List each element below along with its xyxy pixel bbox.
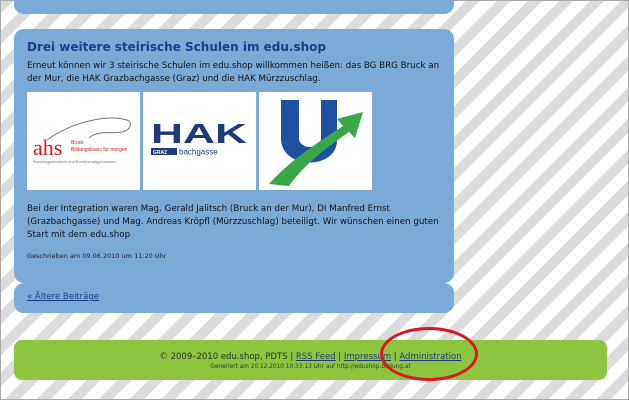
post-title: Drei weitere steirische Schulen im edu.s… bbox=[27, 40, 326, 54]
administration-highlight-circle bbox=[380, 327, 478, 381]
svg-text:ahs: ahs bbox=[33, 135, 62, 160]
post-date: Geschrieben am 09.06.2010 um 11:20 Uhr bbox=[27, 252, 167, 260]
svg-text:bachgasse: bachgasse bbox=[179, 148, 218, 157]
svg-text:HAK: HAK bbox=[151, 118, 247, 149]
generated-info: Generiert am 20.12.2010 10:33:13 Uhr auf… bbox=[210, 364, 411, 370]
svg-text:Bundesgymnasium und Bundesreal: Bundesgymnasium und Bundesrealgymnasium bbox=[33, 159, 117, 164]
footer-links: © 2009–2010 edu.shop, PDTS | RSS Feed | … bbox=[14, 352, 607, 362]
footer-separator: | bbox=[335, 352, 344, 362]
rss-feed-link[interactable]: RSS Feed bbox=[296, 352, 336, 362]
hak-logo-graphic: HAK GRAZ bachgasse bbox=[151, 118, 247, 157]
hak-muerzzuschlag-logo-graphic bbox=[269, 100, 363, 186]
page-footer: © 2009–2010 edu.shop, PDTS | RSS Feed | … bbox=[14, 340, 607, 380]
logo-ahs-bruck: ahs Bruck Bildungsbasis für morgen Bunde… bbox=[27, 92, 140, 190]
ahs-logo-graphic: ahs Bruck Bildungsbasis für morgen Bunde… bbox=[33, 117, 131, 164]
older-posts-card: « Ältere Beiträge bbox=[14, 283, 454, 313]
logo-hak-muerzzuschlag bbox=[259, 92, 372, 190]
previous-post-card bbox=[14, 0, 454, 14]
post-intro: Erneut können wir 3 steirische Schulen i… bbox=[27, 61, 440, 84]
logo-hak-grazbachgasse: HAK GRAZ bachgasse bbox=[143, 92, 256, 190]
svg-text:Bruck: Bruck bbox=[71, 140, 84, 146]
older-posts-link[interactable]: « Ältere Beiträge bbox=[27, 292, 99, 302]
svg-text:GRAZ: GRAZ bbox=[153, 150, 167, 156]
svg-text:Bildungsbasis für morgen: Bildungsbasis für morgen bbox=[71, 147, 128, 153]
news-post: Drei weitere steirische Schulen im edu.s… bbox=[14, 29, 454, 283]
post-body: Bei der Integration waren Mag. Gerald Ja… bbox=[27, 204, 439, 240]
copyright-text: © 2009–2010 edu.shop, PDTS | bbox=[159, 352, 296, 362]
